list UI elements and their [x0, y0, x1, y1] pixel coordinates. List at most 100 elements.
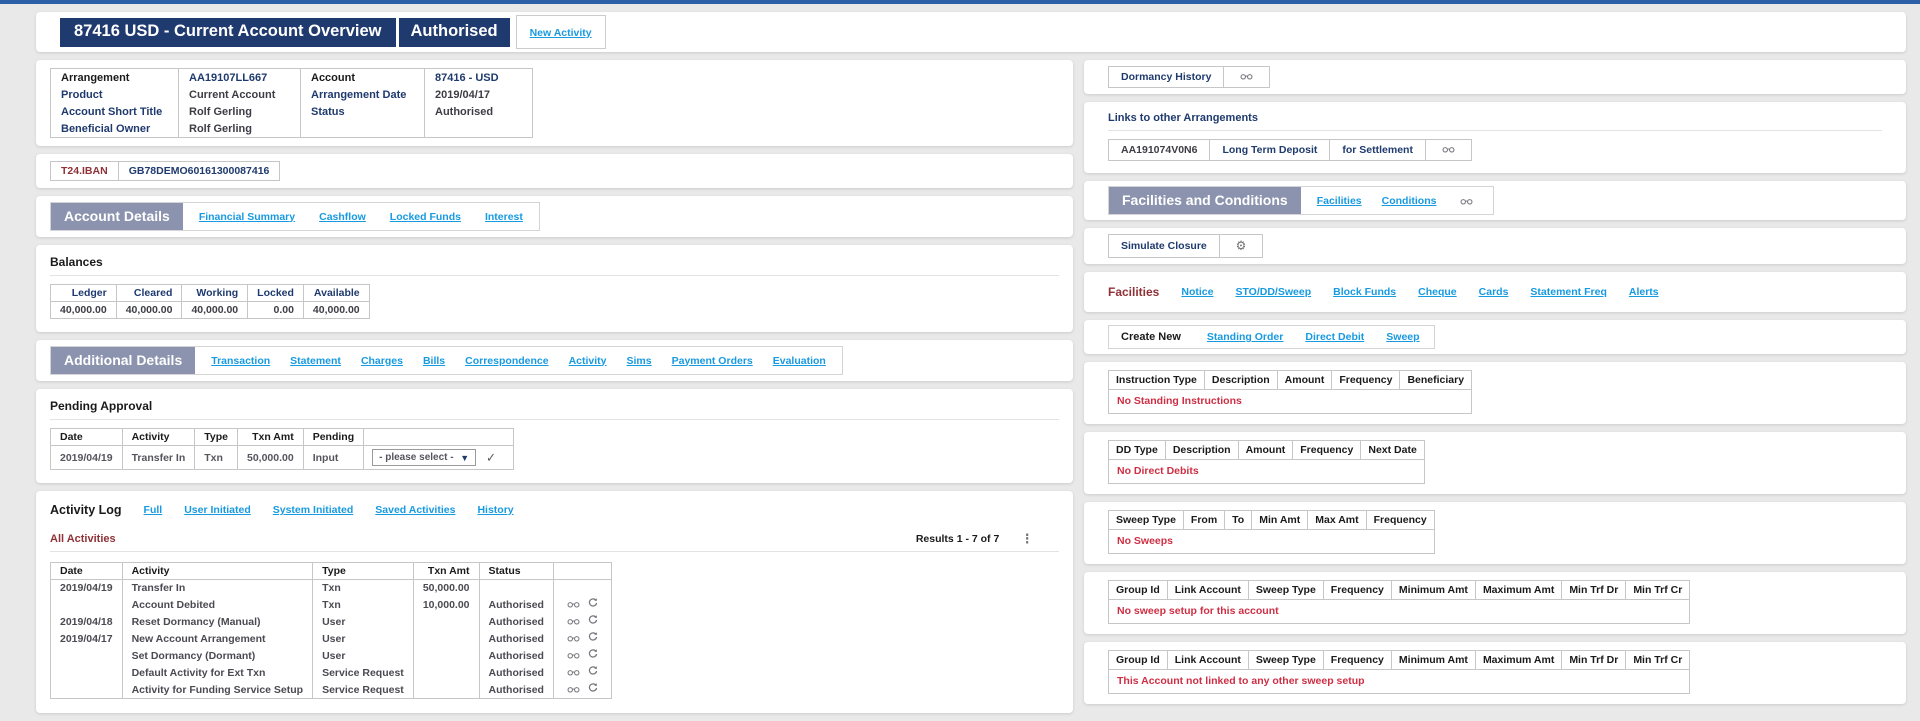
additional-details-title: Additional Details [51, 347, 196, 374]
col-header: Min Trf Dr [1561, 650, 1626, 670]
tab-locked-funds[interactable]: Locked Funds [390, 211, 461, 223]
new-activity-link[interactable]: New Activity [530, 27, 592, 39]
col-header: Status [478, 562, 554, 580]
col-header: Maximum Amt [1474, 580, 1562, 600]
iban-table: T24.IBAN GB78DEMO60161300087416 [50, 161, 281, 181]
approve-check-icon[interactable]: ✓ [486, 450, 496, 466]
tab-statement-freq[interactable]: Statement Freq [1530, 286, 1606, 298]
activity-status: Authorised [478, 613, 554, 630]
view-binoculars-icon[interactable] [567, 650, 580, 662]
col-header: Activity [121, 562, 313, 580]
col-header: Description [1203, 370, 1278, 390]
col-header: Max Amt [1307, 510, 1367, 530]
select-value: - please select - [379, 452, 454, 463]
tab-cashflow[interactable]: Cashflow [319, 211, 366, 223]
tab-notice[interactable]: Notice [1181, 286, 1213, 298]
view-binoculars-icon[interactable] [567, 616, 580, 628]
view-binoculars-icon[interactable] [1460, 193, 1473, 209]
tab-sweep[interactable]: Sweep [1386, 331, 1419, 343]
tab-direct-debit[interactable]: Direct Debit [1305, 331, 1364, 343]
activity-log-title: Activity Log [50, 503, 122, 517]
history-refresh-icon[interactable] [588, 666, 598, 679]
tab-correspondence[interactable]: Correspondence [465, 355, 548, 367]
tab-activity[interactable]: Activity [569, 355, 607, 367]
activity-date: 2019/04/17 [60, 632, 113, 645]
activity-name: Reset Dormancy (Manual) [121, 613, 313, 630]
col-header: Sweep Type [1108, 510, 1184, 530]
account-id: 87416 - USD [424, 68, 533, 86]
sweep-group-linked-card: Group Id Link Account Sweep Type Frequen… [1084, 642, 1906, 704]
view-binoculars-icon[interactable] [1442, 144, 1455, 156]
tab-user-initiated[interactable]: User Initiated [184, 504, 251, 516]
tab-system-initiated[interactable]: System Initiated [273, 504, 354, 516]
links-arrangements-card: Links to other Arrangements AA191074V0N6… [1084, 102, 1906, 173]
tab-financial-summary[interactable]: Financial Summary [199, 211, 295, 223]
tab-evaluation[interactable]: Evaluation [773, 355, 826, 367]
history-refresh-icon[interactable] [588, 632, 598, 645]
col-header: Group Id [1108, 580, 1168, 600]
facilities-conditions-header: Facilities and Conditions Facilities Con… [1108, 186, 1495, 215]
account-details-header: Account Details Financial Summary Cashfl… [50, 202, 540, 231]
tab-history[interactable]: History [477, 504, 513, 516]
view-binoculars-icon[interactable] [1240, 71, 1253, 83]
history-refresh-icon[interactable] [588, 615, 598, 628]
col-header: Amount [1237, 440, 1293, 460]
col-header: Activity [121, 428, 195, 446]
history-refresh-icon[interactable] [588, 598, 598, 611]
empty-message: This Account not linked to any other swe… [1117, 675, 1365, 687]
col-header: Link Account [1166, 580, 1249, 600]
tab-bills[interactable]: Bills [423, 355, 445, 367]
activity-date: 2019/04/18 [60, 615, 113, 628]
activity-name: Set Dormancy (Dormant) [121, 647, 313, 664]
tab-alerts[interactable]: Alerts [1629, 286, 1659, 298]
tab-saved-activities[interactable]: Saved Activities [375, 504, 455, 516]
tab-block-funds[interactable]: Block Funds [1333, 286, 1396, 298]
activity-name: New Account Arrangement [121, 630, 313, 647]
all-activities-label: All Activities [50, 533, 116, 545]
new-activity-box: New Activity [515, 15, 606, 49]
history-refresh-icon[interactable] [588, 649, 598, 662]
approval-action-select[interactable]: - please select - ▼ [372, 449, 477, 466]
view-binoculars-icon[interactable] [567, 684, 580, 696]
activity-type: Service Request [312, 681, 414, 699]
standing-orders-card: Instruction Type Description Amount Freq… [1084, 362, 1906, 424]
col-header: Frequency [1322, 580, 1392, 600]
tab-payment-orders[interactable]: Payment Orders [672, 355, 753, 367]
col-header: Date [50, 428, 123, 446]
facilities-conditions-card: Facilities and Conditions Facilities Con… [1084, 181, 1906, 220]
arrangement-id: AA19107LL667 [178, 68, 301, 86]
iban-label: T24.IBAN [61, 165, 108, 177]
cleared-balance: 40,000.00 [115, 301, 182, 319]
linked-arrangement-table: AA191074V0N6 Long Term Deposit for Settl… [1108, 139, 1472, 161]
kebab-menu-icon[interactable]: ⋮ [1021, 531, 1033, 547]
tab-facilities[interactable]: Facilities [1317, 195, 1362, 207]
view-binoculars-icon[interactable] [567, 633, 580, 645]
empty-message: No Standing Instructions [1117, 395, 1242, 407]
tab-cards[interactable]: Cards [1479, 286, 1509, 298]
tab-statement[interactable]: Statement [290, 355, 341, 367]
working-balance: 40,000.00 [181, 301, 248, 319]
view-binoculars-icon[interactable] [567, 599, 580, 611]
tab-charges[interactable]: Charges [361, 355, 403, 367]
tab-transaction[interactable]: Transaction [211, 355, 270, 367]
tab-sto-dd-sweep[interactable]: STO/DD/Sweep [1235, 286, 1311, 298]
activity-name: Activity for Funding Service Setup [121, 681, 313, 699]
page-root: 87416 USD - Current Account Overview Aut… [0, 4, 1920, 721]
tab-cheque[interactable]: Cheque [1418, 286, 1457, 298]
view-binoculars-icon[interactable] [567, 667, 580, 679]
gear-icon[interactable]: ⚙ [1236, 239, 1247, 252]
tab-full[interactable]: Full [144, 504, 163, 516]
table-row: Arrangement AA19107LL667 Account 87416 -… [51, 68, 533, 86]
simulate-closure-card: Simulate Closure ⚙ [1084, 228, 1906, 264]
activity-amount [412, 613, 480, 630]
tab-conditions[interactable]: Conditions [1382, 195, 1437, 207]
arrangement-date-value: 2019/04/17 [424, 86, 533, 103]
activity-log-table: Date Activity Type Txn Amt Status 2019/0… [50, 562, 612, 699]
pending-approval-title: Pending Approval [50, 399, 153, 413]
history-refresh-icon[interactable] [588, 683, 598, 696]
simulate-closure-label: Simulate Closure [1121, 240, 1207, 252]
tab-interest[interactable]: Interest [485, 211, 523, 223]
arrangement-table: Arrangement AA19107LL667 Account 87416 -… [50, 68, 533, 138]
tab-standing-order[interactable]: Standing Order [1207, 331, 1283, 343]
tab-sims[interactable]: Sims [627, 355, 652, 367]
